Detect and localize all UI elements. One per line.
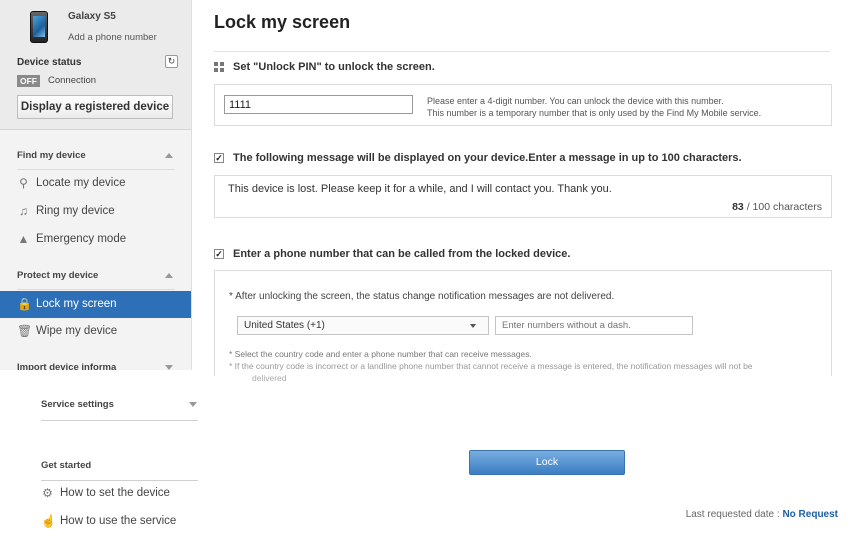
device-header: Galaxy S5 Add a phone number Device stat… (0, 0, 191, 130)
message-label: The following message will be displayed … (233, 152, 742, 164)
connection-label: Connection (48, 75, 97, 86)
pin-hint-line1: Please enter a 4-digit number. You can u… (427, 96, 724, 106)
sidebar-item-wipe[interactable]: 🗑 Wipe my device (0, 318, 191, 345)
phone-footnote-2: * If the country code is incorrect or a … (229, 361, 753, 371)
message-textarea[interactable]: This device is lost. Please keep it for … (214, 175, 832, 218)
sidebar-item-label: Locate my device (36, 177, 126, 189)
section-service-settings[interactable]: Service settings (0, 391, 197, 419)
sidebar-item-how-to-use[interactable]: ☝ How to use the service (0, 508, 191, 535)
pin-input[interactable] (224, 95, 413, 114)
title-divider (214, 51, 830, 52)
grid-icon (214, 62, 224, 72)
country-select[interactable]: United States (+1) (237, 316, 489, 335)
gear-icon: ⚙ (42, 486, 53, 500)
collapse-arrow-icon (165, 273, 173, 278)
lock-icon: 🔒 (17, 297, 32, 311)
sidebar-item-emergency[interactable]: ▲ Emergency mode (0, 226, 191, 253)
character-counter: 83 / 100 characters (732, 201, 822, 213)
pin-hint: Please enter a 4-digit number. You can u… (427, 95, 761, 119)
add-phone-link[interactable]: Add a phone number (68, 32, 157, 43)
music-note-icon: ♫ (19, 204, 28, 218)
section-title: Import device informa (17, 362, 117, 370)
section-title: Get started (41, 460, 92, 471)
hand-pointer-icon: ☝ (41, 514, 56, 528)
character-max: / 100 characters (746, 201, 822, 213)
chevron-down-icon (470, 324, 476, 328)
sidebar-item-ring[interactable]: ♫ Ring my device (0, 198, 191, 225)
device-name: Galaxy S5 (68, 11, 116, 22)
trash-icon: 🗑 (17, 324, 33, 338)
refresh-icon[interactable]: ↻ (165, 55, 178, 68)
device-status-title: Device status (17, 57, 82, 68)
section-get-started[interactable]: Get started (0, 452, 191, 480)
sidebar-item-locate[interactable]: ⚲ Locate my device (0, 170, 191, 197)
message-text: This device is lost. Please keep it for … (228, 183, 612, 195)
pin-hint-line2: This number is a temporary number that i… (427, 108, 762, 118)
sidebar-item-how-to-set[interactable]: ⚙ How to set the device (0, 480, 191, 507)
phone-footnote-1: * Select the country code and enter a ph… (229, 349, 532, 359)
phone-icon (30, 11, 48, 43)
phone-checkbox[interactable]: ✓ (214, 249, 224, 259)
section-title: Service settings (41, 399, 114, 410)
message-checkbox[interactable]: ✓ (214, 153, 224, 163)
lock-button[interactable]: Lock (469, 450, 625, 475)
section-title: Protect my device (17, 270, 99, 281)
pin-label: Set "Unlock PIN" to unlock the screen. (233, 61, 435, 73)
last-requested: Last requested date : No Request (686, 509, 838, 520)
phone-panel: * After unlocking the screen, the status… (214, 270, 832, 376)
country-value: United States (+1) (244, 320, 325, 331)
expand-arrow-icon (189, 402, 197, 407)
sidebar-item-label: Ring my device (36, 205, 115, 217)
sidebar-item-label: Wipe my device (36, 325, 118, 337)
section-import-device-info[interactable]: Import device informa (0, 354, 191, 370)
sidebar-item-label: How to use the service (60, 515, 177, 527)
collapse-arrow-icon (165, 153, 173, 158)
status-badge: OFF (17, 75, 40, 87)
sidebar-item-label: How to set the device (60, 487, 170, 499)
sidebar: Galaxy S5 Add a phone number Device stat… (0, 0, 192, 370)
last-requested-label: Last requested date : (685, 509, 780, 520)
pin-panel: Please enter a 4-digit number. You can u… (214, 84, 832, 126)
sidebar-item-label: Emergency mode (36, 233, 127, 245)
section-find-my-device[interactable]: Find my device (0, 142, 191, 170)
section-title: Find my device (17, 150, 86, 161)
display-registered-device-button[interactable]: Display a registered device (17, 95, 173, 119)
search-icon: ⚲ (19, 176, 28, 190)
phone-label: Enter a phone number that can be called … (233, 248, 571, 260)
phone-note: * After unlocking the screen, the status… (229, 291, 615, 302)
phone-footnote-3: delivered (252, 373, 287, 383)
page-title: Lock my screen (214, 12, 351, 32)
section-protect-my-device[interactable]: Protect my device (0, 262, 191, 290)
phone-number-input[interactable] (495, 316, 693, 335)
sidebar-item-label: Lock my screen (36, 298, 117, 310)
sidebar-item-lock-screen[interactable]: 🔒 Lock my screen (0, 291, 191, 318)
last-requested-value: No Request (782, 509, 838, 520)
expand-arrow-icon (165, 365, 173, 370)
character-count: 83 (732, 201, 744, 213)
emergency-icon: ▲ (17, 232, 30, 246)
